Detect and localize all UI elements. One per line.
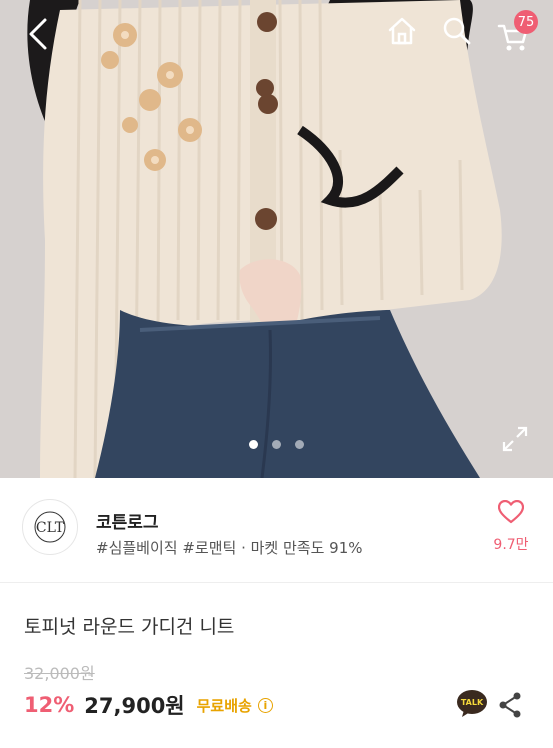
gallery-pagination — [0, 440, 553, 449]
product-title: 토피넛 라운드 가디건 니트 — [24, 616, 235, 638]
discount-rate: 12% — [24, 693, 75, 717]
share-icon — [499, 692, 521, 718]
search-button[interactable] — [438, 12, 476, 50]
svg-text:TALK: TALK — [461, 698, 484, 707]
original-price: 32,000원 — [24, 664, 95, 683]
shop-name[interactable]: 코튼로그 — [96, 508, 159, 533]
shop-tags: #심플베이직 #로맨틱 · 마켓 만족도 91% — [96, 539, 363, 557]
like-button[interactable]: 9.7만 — [490, 499, 532, 560]
product-image[interactable]: 75 — [0, 0, 553, 478]
info-icon[interactable]: i — [257, 697, 273, 713]
home-button[interactable] — [383, 12, 421, 50]
pagination-dot-1[interactable] — [249, 440, 258, 449]
back-button[interactable] — [18, 14, 58, 54]
sale-price: 27,900원 — [84, 694, 185, 718]
kakao-talk-button[interactable]: TALK — [456, 689, 488, 719]
cart-count-badge: 75 — [514, 10, 538, 34]
shop-logo[interactable]: CLT — [22, 499, 78, 555]
shop-info-row[interactable]: CLT 코튼로그 #심플베이직 #로맨틱 · 마켓 만족도 91% 9.7만 — [0, 478, 553, 583]
fullscreen-button[interactable] — [500, 424, 530, 454]
like-count: 9.7만 — [493, 537, 529, 553]
cart-button[interactable]: 75 — [494, 10, 538, 52]
svg-text:CLT: CLT — [36, 520, 65, 536]
pagination-dot-2[interactable] — [272, 440, 281, 449]
product-photo — [0, 0, 553, 478]
search-icon — [443, 17, 471, 45]
share-button[interactable] — [498, 692, 522, 718]
home-icon — [388, 17, 416, 45]
price-row: 12% 27,900원 무료배송 i — [24, 690, 273, 720]
talk-icon: TALK — [457, 690, 487, 717]
shop-logo-mark: CLT — [34, 511, 66, 543]
expand-icon — [502, 426, 528, 452]
heart-icon — [497, 499, 525, 524]
chevron-left-icon — [29, 18, 47, 50]
free-shipping-label: 무료배송 — [196, 696, 252, 715]
pagination-dot-3[interactable] — [295, 440, 304, 449]
